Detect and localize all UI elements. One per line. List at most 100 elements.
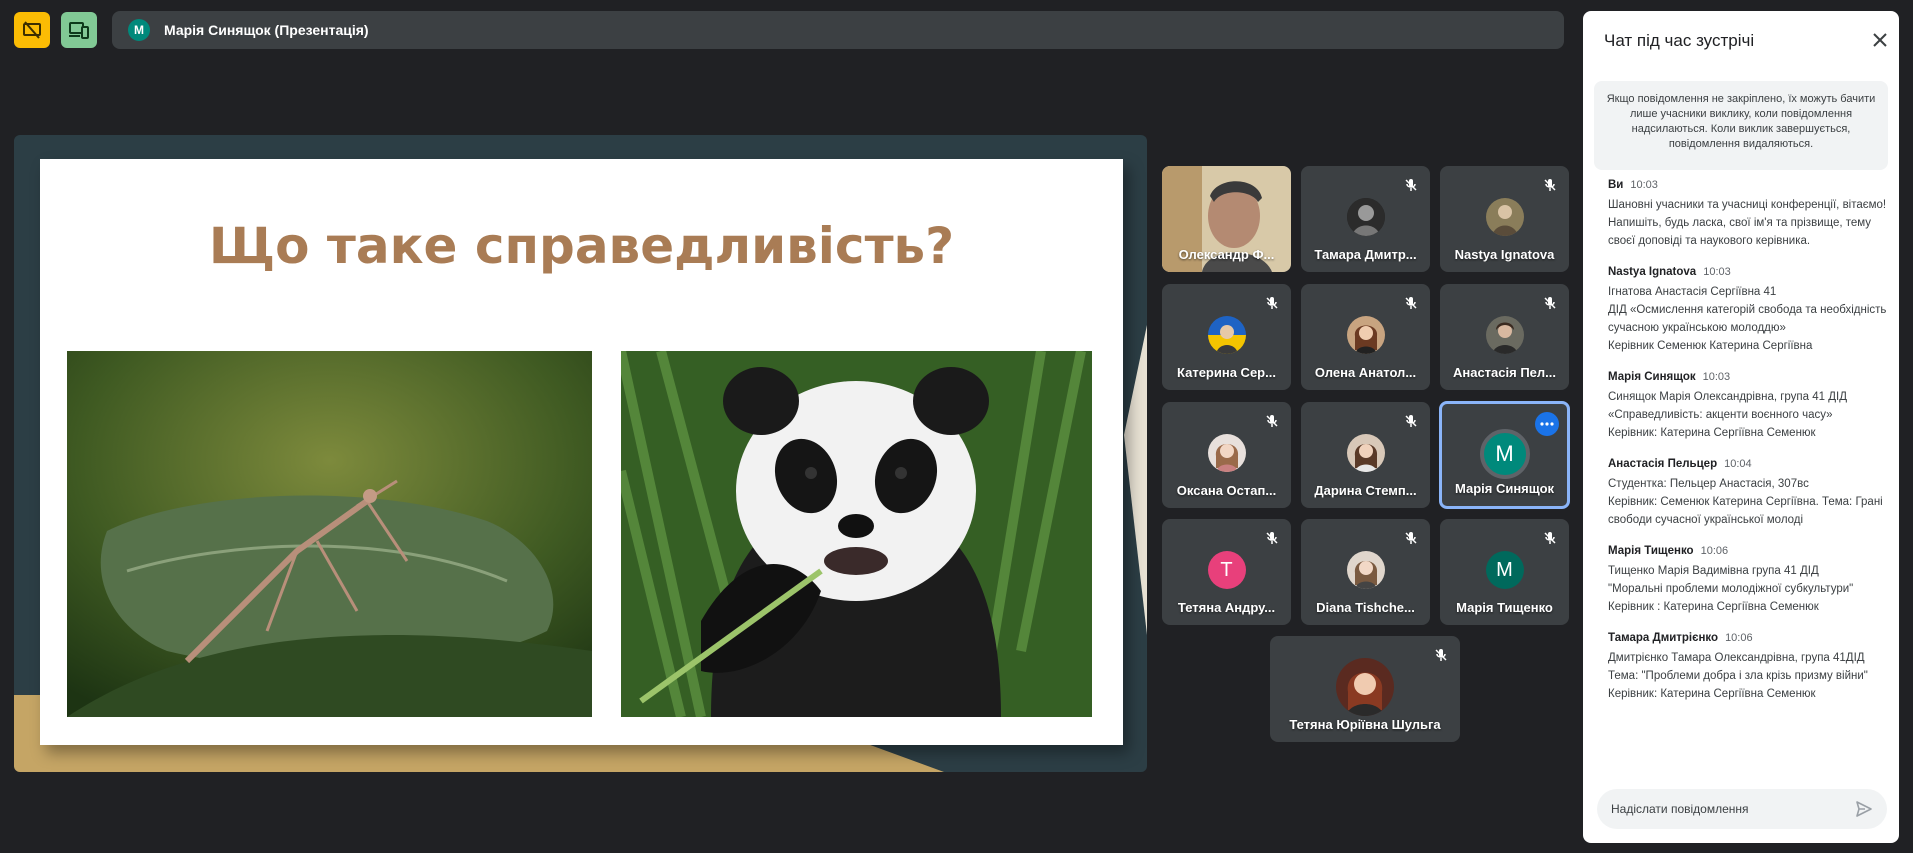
- participant-avatar: T: [1207, 551, 1246, 589]
- message-text: Керівник : Катерина Сергіївна Семенюк: [1608, 601, 1819, 613]
- participant-tile[interactable]: T Тетяна Андру...: [1162, 519, 1291, 625]
- participant-tile[interactable]: Тетяна Юріївна Шульга: [1270, 636, 1460, 742]
- participant-tile[interactable]: Анастасія Пел...: [1440, 284, 1569, 390]
- mic-off-icon: [1544, 297, 1556, 309]
- message-time: 10:03: [1702, 371, 1731, 383]
- message-text: "Моральні проблеми молодіжної субкультур…: [1608, 583, 1854, 595]
- mic-off-icon: [1266, 297, 1278, 309]
- chat-message: Марія Синящок 10:03 Синящок Марія Олексан…: [1608, 371, 1888, 442]
- participant-name: Оксана Остап...: [1176, 483, 1277, 498]
- mic-off-icon: [1266, 532, 1278, 544]
- message-sender: Марія Тищенко: [1608, 545, 1694, 557]
- participant-name: Diana Tishche...: [1316, 600, 1415, 615]
- message-time: 10:06: [1700, 545, 1729, 557]
- close-icon: [1873, 33, 1887, 47]
- participant-tile[interactable]: M Марія Тищенко: [1440, 519, 1569, 625]
- slide-content: Що таке справедливість?: [40, 159, 1123, 745]
- participant-tile[interactable]: Оксана Остап...: [1162, 402, 1291, 508]
- close-chat-button[interactable]: [1873, 33, 1887, 52]
- chat-panel: Чат під час зустрічі Якщо повідомлення н…: [1583, 11, 1899, 843]
- participant-avatar: [1336, 658, 1394, 716]
- chat-messages: Ви 10:03 Шановні учасники та учасниці кон…: [1608, 179, 1888, 719]
- message-text: Напишіть, будь ласка, свої ім'я та прізв…: [1608, 217, 1872, 247]
- mic-off-icon: [1405, 415, 1417, 427]
- message-time: 10:04: [1724, 458, 1752, 470]
- chat-input-box[interactable]: [1597, 789, 1887, 829]
- more-options-button[interactable]: [1535, 412, 1559, 436]
- message-text: Тема: "Проблеми добра і зла крізь призму…: [1608, 670, 1868, 682]
- presentation-slide: Що таке справедливість?: [14, 135, 1147, 772]
- participant-name: Марія Тищенко: [1456, 600, 1553, 615]
- participant-tile[interactable]: Дарина Стемп...: [1301, 402, 1430, 508]
- participant-tile[interactable]: Олена Анатол...: [1301, 284, 1430, 390]
- participant-name: Олександр Ф...: [1178, 247, 1275, 262]
- chat-message: Анастасія Пельцер 10:04 Студентка: Пельце…: [1608, 458, 1888, 529]
- participant-avatar: [1346, 551, 1385, 589]
- message-text: Керівник: Семенюк Катерина Сергіївна. Те…: [1608, 496, 1883, 526]
- chat-message: Ви 10:03 Шановні учасники та учасниці кон…: [1608, 179, 1888, 250]
- send-icon: [1856, 801, 1872, 817]
- participant-avatar: [1346, 198, 1385, 236]
- message-text: Тищенко Марія Вадимівна група 41 ДІД: [1608, 565, 1819, 577]
- participant-tile[interactable]: Diana Tishche...: [1301, 519, 1430, 625]
- send-button[interactable]: [1855, 800, 1873, 823]
- participant-tile[interactable]: Катерина Сер...: [1162, 284, 1291, 390]
- message-text: Студентка: Пельцер Анастасія, 307вс: [1608, 478, 1809, 490]
- participant-name: Катерина Сер...: [1177, 365, 1276, 380]
- mic-off-icon: [1266, 415, 1278, 427]
- message-text: Ігнатова Анастасія Сергіївна 41: [1608, 286, 1777, 298]
- participant-name: Nastya Ignatova: [1454, 247, 1555, 262]
- participant-name: Тетяна Юріївна Шульга: [1289, 717, 1441, 732]
- participant-avatar: [1346, 316, 1385, 354]
- message-text: Керівник: Катерина Сергіївна Семенюк: [1608, 427, 1816, 439]
- chat-title: Чат під час зустрічі: [1604, 31, 1755, 50]
- participant-avatar: [1485, 198, 1524, 236]
- message-sender: Марія Синящок: [1608, 371, 1696, 383]
- participant-tile[interactable]: Олександр Ф...: [1162, 166, 1291, 272]
- presenter-name: Марія Синящок (Презентація): [164, 22, 369, 38]
- more-horiz-icon: [1540, 422, 1554, 426]
- message-text: Керівник Семенюк Катерина Сергіївна: [1608, 340, 1813, 352]
- mic-off-icon: [1405, 532, 1417, 544]
- present-off-icon: [23, 21, 41, 39]
- chat-message-input[interactable]: [1611, 802, 1841, 816]
- participant-name: Марія Синящок: [1454, 481, 1555, 496]
- participant-avatar: M: [1485, 551, 1524, 589]
- stop-presenting-button[interactable]: [14, 12, 50, 48]
- chat-message: Тамара Дмитрієнко 10:06 Дмитрієнко Тамара…: [1608, 632, 1888, 703]
- message-text: Синящок Марія Олександрівна, група 41 ДІ…: [1608, 391, 1848, 421]
- participant-name: Дарина Стемп...: [1314, 483, 1417, 498]
- participant-tile-active[interactable]: M Марія Синящок: [1439, 401, 1570, 509]
- device-switch-button[interactable]: [61, 12, 97, 48]
- participant-avatar: [1485, 316, 1524, 354]
- message-time: 10:03: [1703, 266, 1731, 278]
- chat-message: Nastya Ignatova 10:03 Ігнатова Анастасія …: [1608, 266, 1888, 355]
- participant-name: Олена Анатол...: [1314, 365, 1417, 380]
- message-text: Шановні учасники та учасниці конференції…: [1608, 199, 1887, 211]
- presenter-avatar: M: [128, 19, 150, 41]
- participant-name: Тамара Дмитр...: [1314, 247, 1417, 262]
- mic-off-icon: [1544, 532, 1556, 544]
- panda-photo: [621, 351, 1092, 717]
- chat-notice: Якщо повідомлення не закріплено, їх можу…: [1594, 81, 1888, 170]
- participant-avatar: M: [1479, 429, 1530, 479]
- participant-name: Тетяна Андру...: [1177, 600, 1276, 615]
- chat-message: Марія Тищенко 10:06 Тищенко Марія Вадимів…: [1608, 545, 1888, 616]
- mic-off-icon: [1405, 179, 1417, 191]
- message-sender: Ви: [1608, 179, 1624, 191]
- message-text: ДІД «Осмислення категорій свобода та нео…: [1608, 304, 1887, 334]
- slide-title: Що таке справедливість?: [208, 217, 955, 275]
- participant-avatar: [1207, 316, 1246, 354]
- message-text: Дмитрієнко Тамара Олександрівна, група 4…: [1608, 652, 1865, 664]
- mic-off-icon: [1435, 649, 1447, 661]
- participant-tile[interactable]: Nastya Ignatova: [1440, 166, 1569, 272]
- participant-tile[interactable]: Тамара Дмитр...: [1301, 166, 1430, 272]
- message-sender: Анастасія Пельцер: [1608, 458, 1718, 470]
- message-sender: Nastya Ignatova: [1608, 266, 1697, 278]
- participant-avatar: [1207, 434, 1246, 472]
- message-sender: Тамара Дмитрієнко: [1608, 632, 1719, 644]
- message-time: 10:06: [1725, 632, 1753, 644]
- participant-name: Анастасія Пел...: [1452, 365, 1556, 380]
- mic-off-icon: [1405, 297, 1417, 309]
- participant-avatar: [1346, 434, 1385, 472]
